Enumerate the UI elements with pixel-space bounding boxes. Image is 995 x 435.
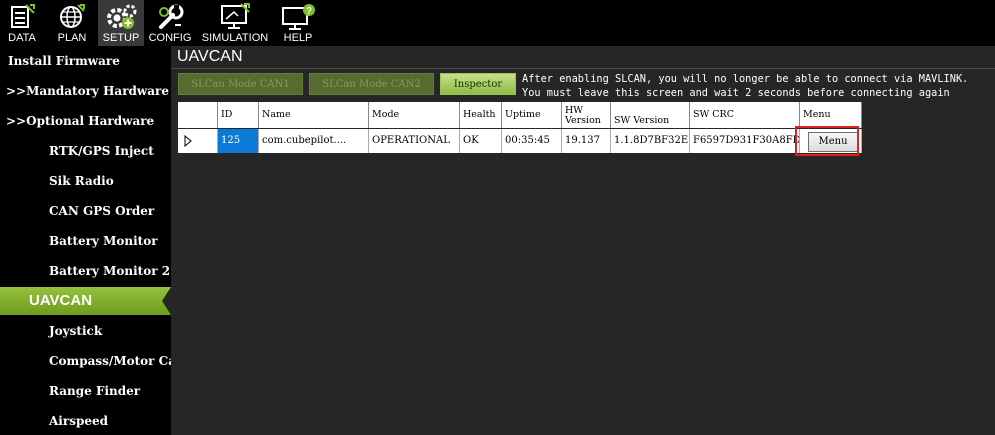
column-header-hw-version[interactable]: HW Version bbox=[562, 102, 611, 128]
sidebar-item-battery-monitor-2[interactable]: Battery Monitor 2 bbox=[0, 256, 171, 286]
toolbar-simulation-button[interactable]: SIMULATION bbox=[198, 0, 272, 46]
setup-sidebar: Install Firmware >>Mandatory Hardware >>… bbox=[0, 46, 171, 435]
column-header-uptime[interactable]: Uptime bbox=[502, 102, 562, 128]
column-header-sw-version[interactable]: SW Version bbox=[611, 102, 690, 128]
column-header-id[interactable]: ID bbox=[218, 102, 259, 128]
slcan-mode-can1-button[interactable]: SLCan Mode CAN1 bbox=[178, 73, 303, 95]
globe-icon bbox=[60, 4, 85, 28]
uavcan-node-table: ID Name Mode Health Uptime HW Version SW… bbox=[178, 102, 862, 154]
gears-icon bbox=[107, 4, 137, 29]
row-selector[interactable] bbox=[178, 129, 218, 153]
sidebar-item-can-gps-order[interactable]: CAN GPS Order bbox=[0, 196, 171, 226]
toolbar-plan-button[interactable]: PLAN bbox=[50, 0, 94, 46]
column-header-mode[interactable]: Mode bbox=[369, 102, 460, 128]
inspector-button[interactable]: Inspector bbox=[440, 73, 516, 95]
cell-mode[interactable]: OPERATIONAL bbox=[369, 129, 460, 153]
slcan-notice-line2: You must leave this screen and wait 2 se… bbox=[522, 87, 950, 99]
sidebar-item-range-finder[interactable]: Range Finder bbox=[0, 376, 171, 406]
sidebar-item-rtk-gps-inject[interactable]: RTK/GPS Inject bbox=[0, 136, 171, 166]
toolbar-setup-label: SETUP bbox=[102, 32, 140, 44]
toolbar-data-label: DATA bbox=[8, 32, 36, 44]
cell-health[interactable]: OK bbox=[460, 129, 502, 153]
menu-button-highlight bbox=[795, 126, 859, 156]
toolbar-data-button[interactable]: DATA bbox=[0, 0, 44, 46]
sidebar-item-joystick[interactable]: Joystick bbox=[0, 316, 171, 346]
toolbar-config-label: CONFIG bbox=[148, 32, 192, 44]
page-title: UAVCAN bbox=[177, 48, 243, 65]
cell-name[interactable]: com.cubepilot.... bbox=[259, 129, 369, 153]
toolbar-help-label: HELP bbox=[283, 32, 313, 44]
cell-sw-version[interactable]: 1.1.8D7BF32E bbox=[611, 129, 690, 153]
top-toolbar: DATA PLAN SETUP CONFIG SIMULATION ? HELP bbox=[0, 0, 995, 46]
cell-sw-crc[interactable]: F6597D931F30A8FD bbox=[690, 129, 800, 153]
column-header-health[interactable]: Health bbox=[460, 102, 502, 128]
toolbar-config-button[interactable]: CONFIG bbox=[148, 0, 192, 46]
sidebar-item-sik-radio[interactable]: Sik Radio bbox=[0, 166, 171, 196]
selected-item-pointer bbox=[162, 287, 171, 315]
sidebar-item-compass-motor-calib[interactable]: Compass/Motor Calib bbox=[0, 346, 171, 376]
toolbar-setup-button[interactable]: SETUP bbox=[98, 0, 144, 46]
current-row-arrow-icon bbox=[184, 134, 192, 148]
cell-hw-version[interactable]: 19.137 bbox=[562, 129, 611, 153]
column-header-name[interactable]: Name bbox=[259, 102, 369, 128]
sidebar-item-airspeed[interactable]: Airspeed bbox=[0, 406, 171, 435]
slcan-mode-can2-button[interactable]: SLCan Mode CAN2 bbox=[309, 73, 434, 95]
uavcan-panel: UAVCAN SLCan Mode CAN1 SLCan Mode CAN2 I… bbox=[171, 46, 995, 435]
sidebar-item-uavcan[interactable]: UAVCAN bbox=[0, 287, 171, 315]
toolbar-plan-label: PLAN bbox=[57, 32, 87, 44]
sidebar-item-install-firmware[interactable]: Install Firmware bbox=[0, 46, 171, 76]
sidebar-item-mandatory-hardware[interactable]: >>Mandatory Hardware bbox=[0, 76, 171, 106]
title-divider bbox=[171, 68, 995, 69]
data-icon bbox=[11, 4, 35, 28]
row-header-corner bbox=[178, 102, 218, 128]
help-monitor-icon: ? bbox=[282, 4, 315, 30]
svg-text:?: ? bbox=[306, 6, 312, 17]
sidebar-item-optional-hardware[interactable]: >>Optional Hardware bbox=[0, 106, 171, 136]
sidebar-item-battery-monitor[interactable]: Battery Monitor bbox=[0, 226, 171, 256]
wrench-icon bbox=[159, 4, 184, 29]
column-header-sw-crc[interactable]: SW CRC bbox=[690, 102, 800, 128]
cell-id[interactable]: 125 bbox=[218, 129, 259, 153]
column-header-menu[interactable]: Menu bbox=[800, 102, 862, 128]
monitor-icon bbox=[221, 3, 250, 29]
toolbar-help-button[interactable]: ? HELP bbox=[276, 0, 320, 46]
slcan-notice-line1: After enabling SLCAN, you will no longer… bbox=[522, 73, 969, 85]
cell-uptime[interactable]: 00:35:45 bbox=[502, 129, 562, 153]
toolbar-simulation-label: SIMULATION bbox=[201, 32, 269, 44]
